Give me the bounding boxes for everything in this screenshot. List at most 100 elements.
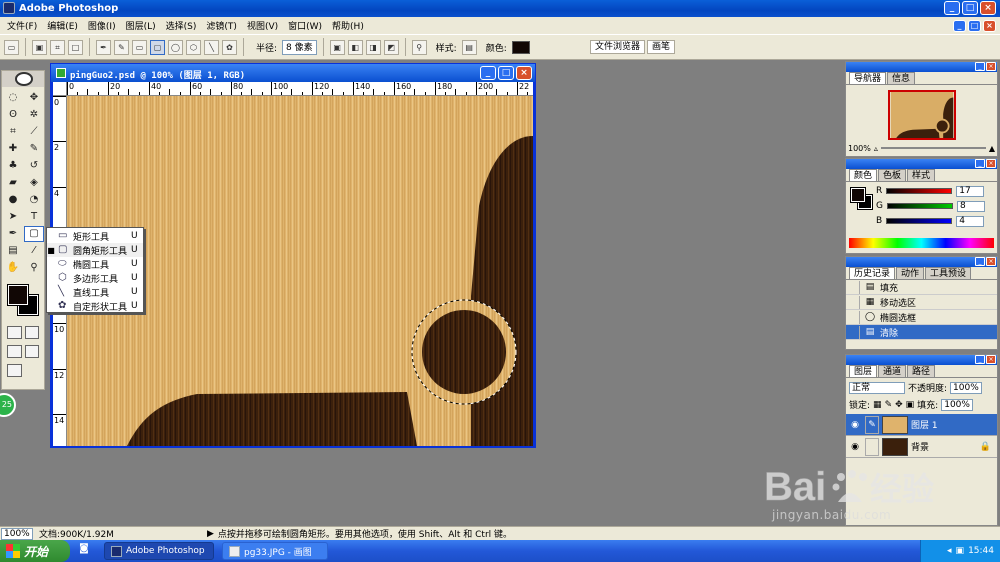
horizontal-ruler[interactable]: 0 20 40 60 80 100 120 140 160 180 200 22 — [67, 82, 533, 96]
history-source-box[interactable] — [846, 310, 860, 324]
lock-transparency-icon[interactable]: ▦ — [873, 400, 882, 410]
custom-shape-button[interactable]: ✿ — [222, 39, 237, 55]
navigator-panel-titlebar[interactable]: _ × — [846, 62, 997, 72]
menu-help[interactable]: 帮助(H) — [327, 19, 369, 32]
pen-tool-icon[interactable]: ✒ — [96, 39, 111, 55]
flyout-line-tool[interactable]: ╲ 直线工具 U — [47, 285, 143, 299]
tab-layers[interactable]: 图层 — [849, 365, 878, 377]
navigator-thumbnail[interactable] — [888, 90, 956, 140]
link-style-icon[interactable]: ⚲ — [411, 39, 427, 55]
green-value[interactable]: 8 — [956, 200, 985, 212]
tab-tool-presets[interactable]: 工具预设 — [925, 267, 972, 279]
marquee-tool-icon[interactable]: ◌ — [3, 90, 23, 106]
paint-bucket-tool-icon[interactable]: ◈ — [24, 175, 44, 191]
panel-minimize-button[interactable]: _ — [975, 159, 985, 168]
tab-paths[interactable]: 路径 — [907, 365, 936, 377]
navigator-zoom-slider[interactable] — [880, 147, 986, 149]
doc-window-close-button[interactable]: × — [516, 66, 532, 80]
doc-minimize-button[interactable]: _ — [953, 19, 966, 32]
lock-image-icon[interactable]: ✎ — [885, 400, 893, 410]
document-size[interactable]: 文档:900K/1.92M — [39, 527, 199, 540]
minimize-button[interactable]: _ — [944, 1, 960, 15]
tab-file-browser[interactable]: 文件浏览器 — [590, 40, 646, 54]
jump-to-imageready-icon[interactable] — [7, 364, 22, 377]
adobe-online-eye-icon[interactable] — [15, 72, 33, 86]
path-selection-tool-icon[interactable]: ➤ — [3, 209, 23, 225]
panel-close-button[interactable]: × — [986, 355, 996, 364]
layer-name[interactable]: 图层 1 — [911, 418, 938, 431]
history-item-move-selection[interactable]: ▦ 移动选区 — [846, 295, 997, 310]
flyout-rectangle-tool[interactable]: ▭ 矩形工具 U — [47, 229, 143, 243]
history-brush-tool-icon[interactable]: ↺ — [24, 158, 44, 174]
layer-row-layer-1[interactable]: ◉ ✎ 图层 1 — [846, 414, 997, 436]
red-slider[interactable] — [886, 188, 953, 194]
subtract-shape-button[interactable]: ◧ — [347, 39, 363, 55]
tab-info[interactable]: 信息 — [887, 72, 916, 84]
task-paint[interactable]: pg33.JPG - 画图 — [222, 542, 328, 560]
add-to-shape-button[interactable]: ▣ — [329, 39, 345, 55]
menu-filter[interactable]: 滤镜(T) — [201, 19, 242, 32]
flyout-polygon-tool[interactable]: ⬡ 多边形工具 U — [47, 271, 143, 285]
pen-tool-icon[interactable]: ✒ — [3, 226, 23, 242]
layer-link-box[interactable] — [865, 437, 879, 456]
line-shape-button[interactable]: ╲ — [204, 39, 219, 55]
lock-position-icon[interactable]: ✥ — [895, 400, 903, 410]
full-screen-mode-icon[interactable] — [24, 345, 39, 358]
quick-mask-mode-icon[interactable] — [24, 326, 39, 339]
document-titlebar[interactable]: pingGuo2.psd @ 100% (图层 1, RGB) _ □ × — [51, 64, 535, 82]
style-picker[interactable]: ▤ — [461, 39, 477, 55]
notes-tool-icon[interactable]: ▤ — [3, 243, 23, 259]
menu-view[interactable]: 视图(V) — [242, 19, 283, 32]
color-panel-titlebar[interactable]: _ × — [846, 159, 997, 169]
tab-swatches[interactable]: 色板 — [878, 169, 907, 181]
healing-brush-tool-icon[interactable]: ✚ — [3, 141, 23, 157]
navigator-zoom-value[interactable]: 100% — [848, 144, 871, 153]
fill-input[interactable]: 100% — [941, 398, 973, 411]
tab-color[interactable]: 颜色 — [849, 169, 878, 181]
tab-history[interactable]: 历史记录 — [849, 267, 896, 279]
freeform-pen-icon[interactable]: ✎ — [114, 39, 129, 55]
tab-navigator[interactable]: 导航器 — [849, 72, 887, 84]
shape-color-swatch[interactable] — [511, 40, 530, 54]
opacity-input[interactable]: 100% — [950, 381, 982, 394]
zoom-level-input[interactable]: 100% — [1, 527, 33, 540]
standard-screen-mode-icon[interactable] — [7, 345, 22, 358]
panel-minimize-button[interactable]: _ — [975, 62, 985, 71]
tab-channels[interactable]: 通道 — [878, 365, 907, 377]
doc-window-minimize-button[interactable]: _ — [480, 66, 496, 80]
tab-styles[interactable]: 样式 — [907, 169, 936, 181]
panel-minimize-button[interactable]: _ — [975, 257, 985, 266]
type-tool-icon[interactable]: T — [24, 209, 44, 225]
history-panel-titlebar[interactable]: _ × — [846, 257, 997, 267]
layer-brush-icon[interactable]: ✎ — [865, 415, 879, 434]
brush-tool-icon[interactable]: ✎ — [24, 141, 44, 157]
panel-close-button[interactable]: × — [986, 159, 996, 168]
red-value[interactable]: 17 — [956, 185, 985, 197]
menu-window[interactable]: 窗口(W) — [283, 19, 327, 32]
doc-restore-button[interactable]: □ — [968, 19, 981, 32]
toolbox-header[interactable] — [2, 71, 44, 87]
blue-slider[interactable] — [886, 218, 953, 224]
history-source-box[interactable] — [846, 280, 860, 294]
doc-window-maximize-button[interactable]: □ — [498, 66, 514, 80]
status-arrow-icon[interactable]: ▶ — [207, 529, 214, 539]
menu-layer[interactable]: 图层(L) — [121, 19, 161, 32]
shape-layers-button[interactable]: ▣ — [32, 39, 47, 55]
blue-value[interactable]: 4 — [956, 215, 985, 227]
radius-input[interactable]: 8 像素 — [282, 39, 317, 55]
dodge-tool-icon[interactable]: ◔ — [24, 192, 44, 208]
visibility-eye-icon[interactable]: ◉ — [848, 420, 862, 430]
volume-icon[interactable]: ◂ — [947, 546, 952, 556]
visibility-eye-icon[interactable]: ◉ — [848, 442, 862, 452]
flyout-ellipse-tool[interactable]: ⬭ 椭圆工具 U — [47, 257, 143, 271]
history-item-clear[interactable]: ▤ 清除 — [846, 325, 997, 340]
zoom-in-icon[interactable]: ▲ — [989, 144, 995, 153]
lasso-tool-icon[interactable]: ʘ — [3, 107, 23, 123]
panel-minimize-button[interactable]: _ — [975, 355, 985, 364]
history-item-fill[interactable]: ▤ 填充 — [846, 280, 997, 295]
quick-launch-icon[interactable]: ◙ — [76, 543, 92, 559]
history-source-box[interactable] — [846, 325, 860, 339]
layer-name[interactable]: 背景 — [911, 440, 929, 453]
polygon-shape-button[interactable]: ⬡ — [186, 39, 201, 55]
close-button[interactable]: × — [980, 1, 996, 15]
